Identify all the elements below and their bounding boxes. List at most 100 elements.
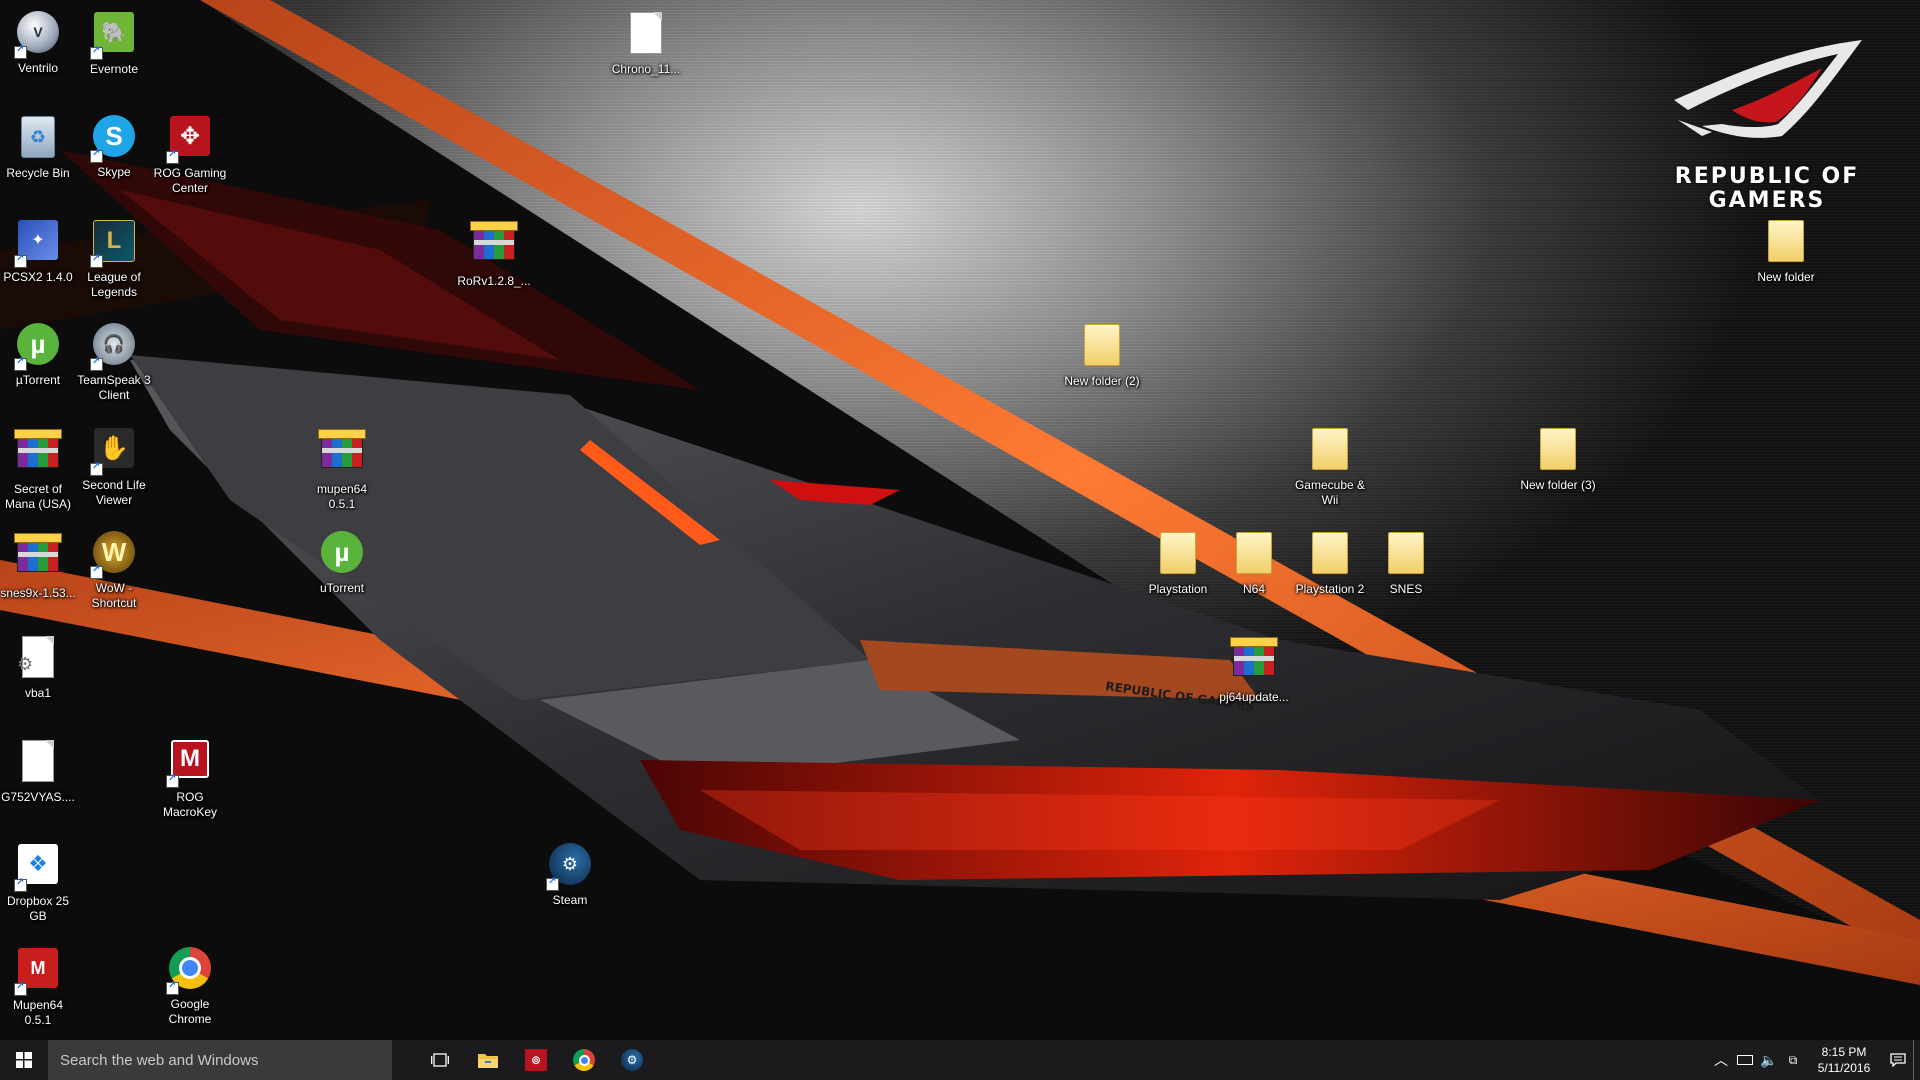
search-input[interactable] [58,1050,382,1070]
desktop-icon-utorrent-1[interactable]: µ µTorrent [0,320,76,388]
desktop-icon-second-life[interactable]: ✋ Second Life Viewer [76,424,152,508]
desktop-icon-chrono[interactable]: Chrono_11... [608,8,684,77]
desktop-icon-new-folder[interactable]: New folder [1748,216,1824,285]
desktop-icon-secret-of-mana[interactable]: Secret of Mana (USA) [0,424,76,512]
icon-label: WoW - Shortcut [91,581,137,610]
icon-label: uTorrent [319,581,365,595]
file-explorer-icon [478,1054,498,1068]
icon-label: New folder [1757,270,1815,284]
windows-logo-icon [16,1052,32,1068]
battery-button[interactable] [1733,1040,1757,1080]
icon-label: Secret of Mana (USA) [4,482,72,511]
rog-app-button[interactable]: ⊚ [512,1040,560,1080]
icon-label: µTorrent [15,373,61,387]
folder-icon [1312,428,1348,470]
rog-app-icon: ⊚ [525,1049,547,1071]
desktop-icon-rorv[interactable]: RoRv1.2.8_... [456,216,532,289]
desktop-icon-snes9x[interactable]: snes9x-1.53... [0,528,76,601]
wallpaper-art: REPUBLIC OF GAMERS [0,0,1920,1040]
clock-time: 8:15 PM [1821,1045,1867,1059]
action-center-button[interactable] [1883,1040,1913,1080]
shortcut-arrow-icon [90,253,103,268]
desktop-icon-pcsx2[interactable]: ✦ PCSX2 1.4.0 [0,216,76,285]
icon-label: N64 [1242,582,1265,596]
recycle-bin-icon: ♻ [21,116,55,158]
icon-label: New folder (3) [1520,478,1596,492]
desktop-icon-new-folder-2[interactable]: New folder (2) [1064,320,1140,389]
blank-file-icon [22,740,54,782]
desktop-icon-playstation-2[interactable]: Playstation 2 [1292,528,1368,597]
taskbar: ⊚ ⚙ ︿ 🔈 ⧉ 8:15 PM 5/11/2016 [0,1040,1920,1080]
icon-label: Second Life Viewer [82,478,146,507]
icon-label: TeamSpeak 3 Client [77,373,151,402]
icon-label: mupen64 0.5.1 [316,482,368,511]
desktop-icon-ventrilo[interactable]: V Ventrilo [0,8,76,76]
desktop-icon-recycle-bin[interactable]: ♻ Recycle Bin [0,112,76,181]
clock[interactable]: 8:15 PM 5/11/2016 [1809,1044,1879,1076]
show-desktop-button[interactable] [1913,1040,1920,1080]
desktop-icon-new-folder-3[interactable]: New folder (3) [1520,424,1596,493]
google-chrome-taskbar-button[interactable] [560,1040,608,1080]
desktop-icon-g752vyas[interactable]: G752VYAS.... [0,736,76,805]
shortcut-arrow-icon [166,773,179,788]
desktop-wallpaper: REPUBLIC OF GAMERS [0,0,1920,1040]
chevron-up-icon: ︿ [1714,1052,1728,1068]
winrar-archive-icon [318,429,366,468]
winrar-archive-icon [1230,637,1278,676]
show-hidden-icons-button[interactable]: ︿ [1709,1040,1733,1080]
desktop-icon-pj64update[interactable]: pj64update... [1216,632,1292,705]
task-view-button[interactable] [416,1040,464,1080]
volume-button[interactable]: 🔈 [1757,1040,1781,1080]
winrar-archive-icon [470,221,518,260]
winrar-archive-icon [14,429,62,468]
shortcut-arrow-icon [90,148,103,163]
desktop-icon-teamspeak[interactable]: 🎧 TeamSpeak 3 Client [76,320,152,403]
icon-label: pj64update... [1219,690,1289,704]
steam-taskbar-button[interactable]: ⚙ [608,1040,656,1080]
desktop-icon-snes[interactable]: SNES [1368,528,1444,597]
rog-logo-text-line2: GAMERS [1708,188,1826,213]
desktop-icon-google-chrome[interactable]: Google Chrome [152,944,228,1027]
shortcut-arrow-icon [14,356,27,371]
winrar-archive-icon [14,533,62,572]
desktop-icon-mupen64-archive[interactable]: mupen64 0.5.1 [304,424,380,512]
desktop-icon-steam[interactable]: ⚙ Steam [532,840,608,908]
icon-label: Evernote [89,62,139,76]
icon-label: Dropbox 25 GB [6,894,70,923]
icon-label: Ventrilo [17,61,59,75]
application-file-icon: ⚙ [17,636,54,678]
file-explorer-button[interactable] [464,1040,512,1080]
desktop-icon-evernote[interactable]: 🐘 Evernote [76,8,152,77]
rog-eye-icon [1674,40,1862,138]
folder-icon [1540,428,1576,470]
icon-label: G752VYAS.... [1,790,75,804]
desktop-icon-n64[interactable]: N64 [1216,528,1292,597]
shortcut-arrow-icon [14,877,27,892]
shortcut-arrow-icon [166,980,179,995]
desktop-icon-rog-macrokey[interactable]: M ROG MacroKey [152,736,228,820]
desktop-icon-skype[interactable]: S Skype [76,112,152,180]
start-button[interactable] [0,1040,48,1080]
shortcut-arrow-icon [546,876,559,891]
search-box[interactable] [48,1040,392,1080]
desktop-icon-dropbox[interactable]: ❖ Dropbox 25 GB [0,840,76,924]
folder-icon [1312,532,1348,574]
desktop-icon-league-of-legends[interactable]: L League of Legends [76,216,152,300]
desktop-icon-utorrent-2[interactable]: µ uTorrent [304,528,380,596]
icon-label: Skype [97,165,131,179]
shortcut-arrow-icon [90,45,103,60]
network-button[interactable]: ⧉ [1781,1040,1805,1080]
desktop-icon-mupen64-2[interactable]: M Mupen64 0.5.1 [0,944,76,1028]
folder-icon [1388,532,1424,574]
blank-file-icon [630,12,662,54]
desktop-icon-playstation[interactable]: Playstation [1140,528,1216,597]
task-view-icon [431,1053,449,1067]
desktop-icon-rog-gaming-center[interactable]: ✥ ROG Gaming Center [152,112,228,196]
desktop-icon-vba1[interactable]: ⚙ vba1 [0,632,76,701]
desktop-icon-gamecube-wii[interactable]: Gamecube & Wii [1292,424,1368,508]
google-chrome-icon [573,1049,595,1071]
shortcut-arrow-icon [166,149,179,164]
shortcut-arrow-icon [90,356,103,371]
desktop-icon-wow[interactable]: W WoW - Shortcut [76,528,152,611]
system-tray: ︿ 🔈 ⧉ 8:15 PM 5/11/2016 [1709,1040,1920,1080]
